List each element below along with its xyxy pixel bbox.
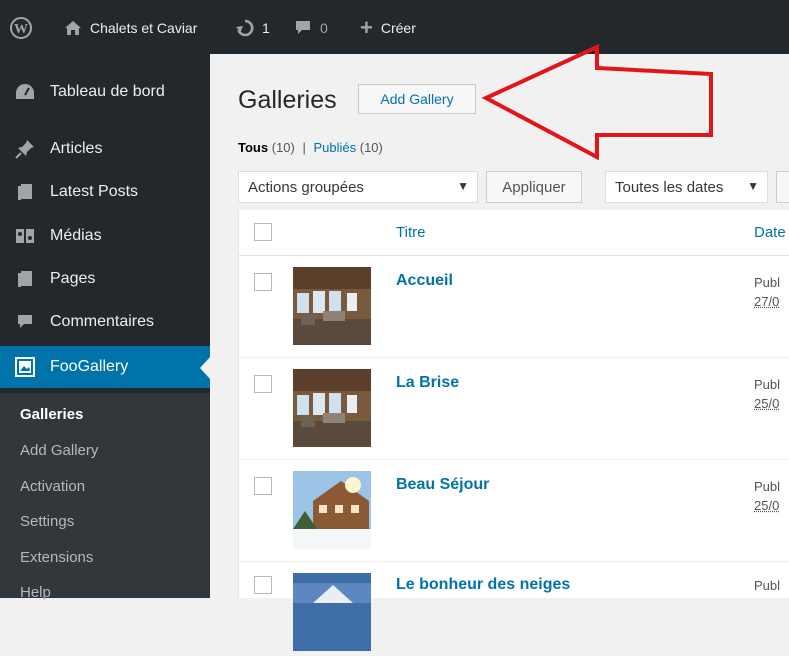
column-title[interactable]: Titre — [396, 224, 425, 241]
submenu-activation[interactable]: Activation — [20, 478, 85, 495]
menu-latest-posts[interactable]: Latest Posts — [0, 171, 210, 213]
menu-label: Commentaires — [50, 313, 155, 330]
chevron-down-icon: ▼ — [747, 179, 759, 193]
gallery-title-link[interactable]: La Brise — [396, 374, 459, 392]
column-date[interactable]: Date — [754, 224, 786, 241]
menu-dashboard[interactable]: Tableau de bord — [0, 71, 210, 113]
date-filter-value: Toutes les dates — [615, 178, 724, 196]
home-icon — [64, 20, 82, 36]
date-filter-select[interactable]: Toutes les dates ▼ — [605, 171, 768, 203]
submenu-add-gallery[interactable]: Add Gallery — [20, 442, 98, 459]
submenu-settings[interactable]: Settings — [20, 513, 74, 530]
menu-label: Médias — [50, 227, 102, 244]
apply-button[interactable]: Appliquer — [486, 171, 582, 203]
foogallery-submenu: Galleries Add Gallery Activation Setting… — [0, 393, 210, 601]
filter-published[interactable]: Publiés (10) — [313, 140, 382, 155]
plus-icon: + — [360, 15, 373, 40]
menu-label: Pages — [50, 270, 96, 287]
row-checkbox[interactable] — [254, 477, 272, 495]
pushpin-icon — [14, 139, 36, 159]
select-all-checkbox[interactable] — [254, 223, 272, 241]
media-icon — [14, 226, 36, 246]
filter-separator: | — [302, 140, 306, 155]
menu-articles[interactable]: Articles — [0, 128, 210, 170]
table-row: Beau Séjour Publ 25/0 — [239, 460, 789, 562]
posts-icon — [14, 182, 36, 202]
status-filters: Tous (10) | Publiés (10) — [238, 140, 383, 155]
row-date: 25/0 — [754, 498, 780, 513]
comments-count: 0 — [320, 20, 328, 36]
bulk-actions-value: Actions groupées — [248, 178, 364, 196]
admin-sidebar: Tableau de bord Articles Latest Posts Mé… — [0, 54, 210, 601]
table-row: Le bonheur des neiges Publ — [239, 562, 789, 651]
active-menu-pointer — [200, 357, 210, 379]
table-header: Titre Date — [239, 210, 789, 256]
gallery-title-link[interactable]: Beau Séjour — [396, 476, 489, 494]
main-content: Galleries Add Gallery Tous (10) | Publié… — [210, 54, 789, 651]
updates-icon — [236, 19, 254, 37]
comments-link[interactable]: 0 — [294, 16, 328, 40]
table-row: Accueil Publ 27/0 — [239, 256, 789, 358]
gallery-thumbnail[interactable] — [293, 573, 371, 651]
gallery-icon — [14, 357, 36, 377]
menu-label: Tableau de bord — [50, 83, 165, 100]
row-checkbox[interactable] — [254, 576, 272, 594]
filter-all-label: Tous — [238, 140, 269, 155]
add-gallery-button[interactable]: Add Gallery — [358, 84, 476, 114]
gallery-title-link[interactable]: Le bonheur des neiges — [396, 576, 570, 594]
wordpress-logo[interactable]: W — [10, 16, 32, 40]
comments-icon — [14, 312, 36, 332]
filter-button[interactable] — [776, 171, 789, 203]
pages-icon — [14, 269, 36, 289]
bulk-actions-select[interactable]: Actions groupées ▼ — [238, 171, 478, 203]
comment-bubble-icon — [294, 20, 312, 36]
menu-medias[interactable]: Médias — [0, 215, 210, 257]
gallery-title-link[interactable]: Accueil — [396, 272, 453, 290]
row-checkbox[interactable] — [254, 273, 272, 291]
menu-label: Articles — [50, 140, 103, 157]
filter-published-count: (10) — [359, 140, 383, 155]
gallery-thumbnail[interactable] — [293, 471, 371, 549]
menu-pages[interactable]: Pages — [0, 258, 210, 300]
submenu-extensions[interactable]: Extensions — [20, 549, 93, 566]
row-date: 25/0 — [754, 396, 780, 411]
row-checkbox[interactable] — [254, 375, 272, 393]
row-status: Publ — [754, 377, 781, 392]
row-status: Publ — [754, 479, 781, 494]
submenu-galleries[interactable]: Galleries — [20, 406, 83, 423]
updates-link[interactable]: 1 — [236, 16, 270, 40]
page-title: Galleries — [238, 86, 337, 114]
menu-label: FooGallery — [50, 358, 129, 375]
menu-comments[interactable]: Commentaires — [0, 301, 210, 343]
row-date: 27/0 — [754, 294, 780, 309]
gallery-thumbnail[interactable] — [293, 267, 371, 345]
filter-all-count: (10) — [271, 140, 295, 155]
filter-published-label: Publiés — [313, 140, 357, 155]
chevron-down-icon: ▼ — [457, 179, 469, 193]
updates-count: 1 — [262, 20, 270, 36]
wordpress-icon: W — [10, 17, 32, 39]
site-name: Chalets et Caviar — [90, 20, 198, 36]
new-content-link[interactable]: + Créer — [360, 15, 416, 40]
svg-text:W: W — [14, 22, 28, 37]
menu-label: Latest Posts — [50, 183, 139, 200]
dashboard-icon — [14, 82, 36, 102]
new-label: Créer — [380, 20, 416, 36]
submenu-help[interactable]: Help — [20, 584, 51, 601]
gallery-thumbnail[interactable] — [293, 369, 371, 447]
menu-foogallery[interactable]: FooGallery — [0, 346, 210, 388]
filter-all[interactable]: Tous (10) — [238, 140, 295, 155]
site-name-link[interactable]: Chalets et Caviar — [64, 16, 197, 40]
table-row: La Brise Publ 25/0 — [239, 358, 789, 460]
row-status: Publ — [754, 275, 781, 290]
galleries-table: Titre Date Accueil Publ 27/0 La Brise Pu… — [238, 210, 789, 651]
admin-bar: W Chalets et Caviar 1 0 + Créer — [0, 0, 789, 54]
row-status: Publ — [754, 578, 781, 593]
